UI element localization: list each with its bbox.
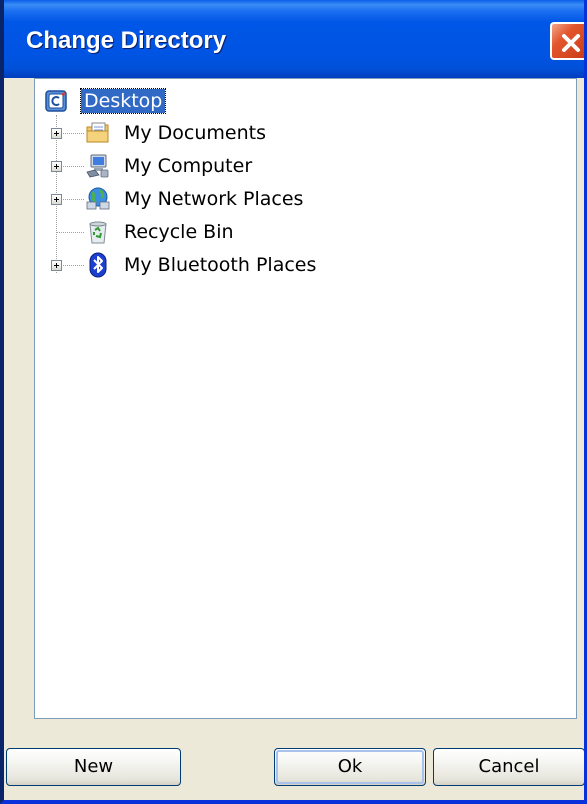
change-directory-dialog: Change Directory Desktop My Documents My…	[0, 0, 587, 804]
tree-item-label: Recycle Bin	[124, 221, 234, 243]
folder-documents-icon	[86, 122, 109, 143]
recycle-bin-icon	[89, 221, 107, 244]
tree-item-my-bluetooth-places[interactable]: My Bluetooth Places	[35, 252, 576, 281]
close-button[interactable]	[550, 22, 584, 60]
network-places-icon	[86, 187, 110, 210]
window-title: Change Directory	[26, 27, 227, 54]
tree-item-label: My Bluetooth Places	[124, 254, 317, 276]
computer-icon	[86, 154, 109, 178]
tree-item-label: My Documents	[124, 122, 267, 144]
tree-item-label: Desktop	[79, 88, 167, 114]
expand-toggle[interactable]	[51, 161, 62, 172]
tree-item-recycle-bin[interactable]: Recycle Bin	[35, 220, 576, 248]
expand-toggle[interactable]	[51, 128, 62, 139]
bluetooth-icon	[89, 252, 107, 278]
tree-item-my-documents[interactable]: My Documents	[35, 121, 576, 149]
directory-tree[interactable]: Desktop My Documents My Computer My Netw…	[34, 78, 577, 719]
ok-button[interactable]: Ok	[274, 748, 426, 786]
tree-item-label: My Network Places	[124, 188, 304, 210]
tree-item-desktop[interactable]: Desktop	[35, 88, 576, 117]
tree-item-my-computer[interactable]: My Computer	[35, 154, 576, 182]
title-bar[interactable]: Change Directory	[4, 0, 584, 78]
expand-toggle[interactable]	[51, 194, 62, 205]
cancel-button[interactable]: Cancel	[433, 748, 584, 786]
new-button[interactable]: New	[6, 748, 181, 786]
expand-toggle[interactable]	[51, 260, 62, 271]
tree-item-my-network-places[interactable]: My Network Places	[35, 187, 576, 215]
desktop-icon	[45, 90, 67, 112]
close-icon	[562, 34, 580, 52]
tree-item-label: My Computer	[124, 155, 253, 177]
